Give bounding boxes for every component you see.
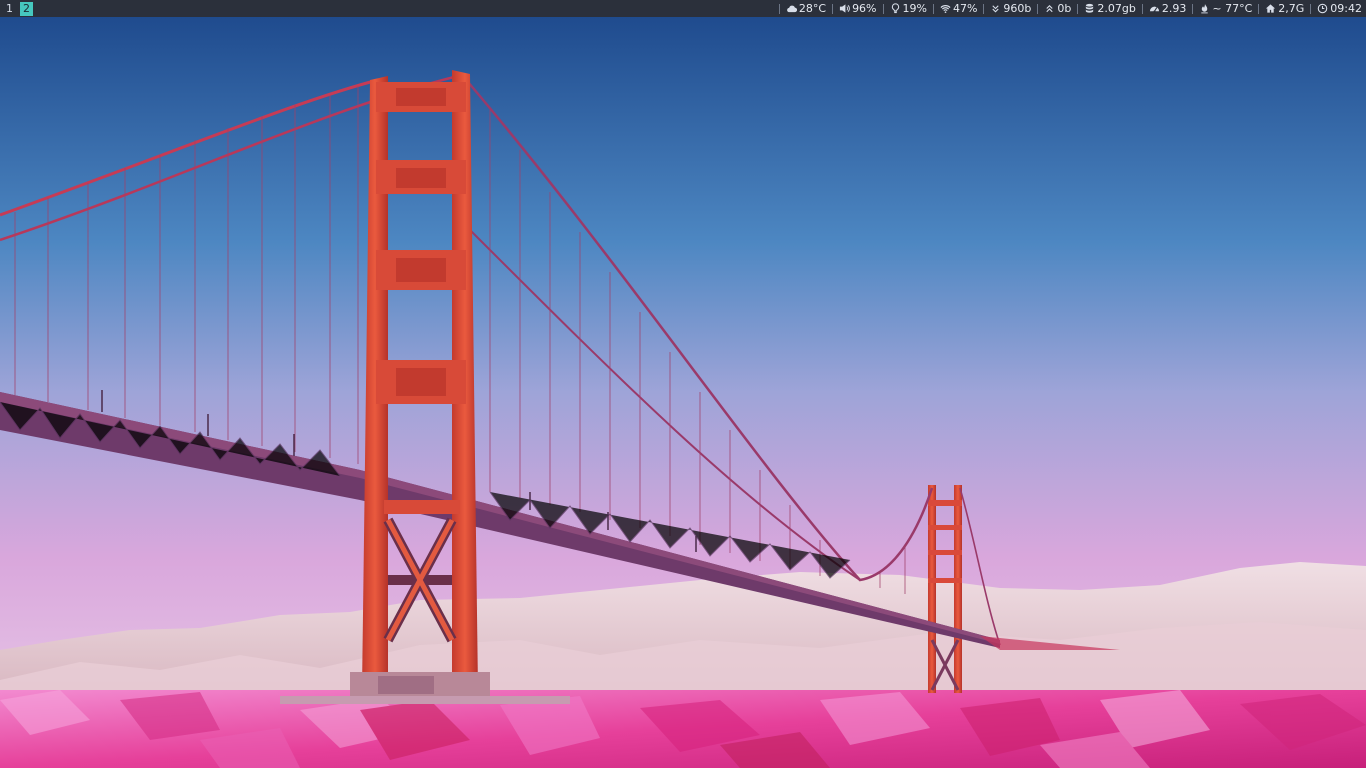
load-value: 2.93	[1161, 2, 1187, 15]
download-value: 960b	[1003, 2, 1032, 15]
status-modules: 28°C 96% 19% 47% 960b 0b 2.07gb 2.93 ~ 7…	[773, 0, 1366, 17]
clock-module[interactable]: 09:42	[1317, 0, 1362, 17]
speaker-icon	[839, 3, 850, 14]
separator	[882, 3, 884, 14]
chevrons-down-icon	[990, 3, 1001, 14]
temperature-value: ~ 77°C	[1212, 2, 1253, 15]
home-icon	[1265, 3, 1276, 14]
workspace-list: 1 2	[0, 0, 37, 17]
brightness-value: 19%	[902, 2, 927, 15]
separator	[778, 3, 780, 14]
clock-icon	[1317, 3, 1328, 14]
upload-value: 0b	[1057, 2, 1072, 15]
chevrons-up-icon	[1044, 3, 1055, 14]
separator	[832, 3, 834, 14]
brightness-module[interactable]: 19%	[890, 0, 927, 17]
separator	[932, 3, 934, 14]
disk-value: 2,7G	[1278, 2, 1305, 15]
top-status-bar: 1 2 28°C 96% 19% 47% 960b 0b 2.07gb 2.93…	[0, 0, 1366, 17]
desktop-wallpaper	[0, 17, 1366, 768]
download-module[interactable]: 960b	[990, 0, 1031, 17]
load-module[interactable]: 2.93	[1149, 0, 1187, 17]
clock-value: 09:42	[1330, 2, 1362, 15]
separator	[1192, 3, 1194, 14]
fire-icon	[1199, 3, 1210, 14]
volume-module[interactable]: 96%	[839, 0, 877, 17]
dashboard-icon	[1149, 3, 1160, 14]
volume-value: 96%	[852, 2, 877, 15]
wifi-module[interactable]: 47%	[940, 0, 977, 17]
weather-module[interactable]: 28°C	[786, 0, 826, 17]
disk-module[interactable]: 2,7G	[1265, 0, 1304, 17]
lightbulb-icon	[890, 3, 901, 14]
workspace-1-button[interactable]: 1	[3, 2, 16, 16]
golden-gate-bridge-wallpaper	[0, 17, 1366, 768]
weather-value: 28°C	[798, 2, 827, 15]
separator	[1077, 3, 1079, 14]
separator	[983, 3, 985, 14]
wifi-icon	[940, 3, 951, 14]
wifi-value: 47%	[952, 2, 978, 15]
database-icon	[1084, 3, 1095, 14]
memory-module[interactable]: 2.07gb	[1084, 0, 1136, 17]
workspace-2-button[interactable]: 2	[20, 1, 33, 16]
separator	[1141, 3, 1143, 14]
memory-value: 2.07gb	[1097, 2, 1136, 15]
upload-module[interactable]: 0b	[1044, 0, 1071, 17]
separator	[1037, 3, 1039, 14]
temperature-module[interactable]: ~ 77°C	[1199, 0, 1252, 17]
separator	[1258, 3, 1260, 14]
cloud-icon	[786, 3, 797, 14]
separator	[1310, 3, 1312, 14]
